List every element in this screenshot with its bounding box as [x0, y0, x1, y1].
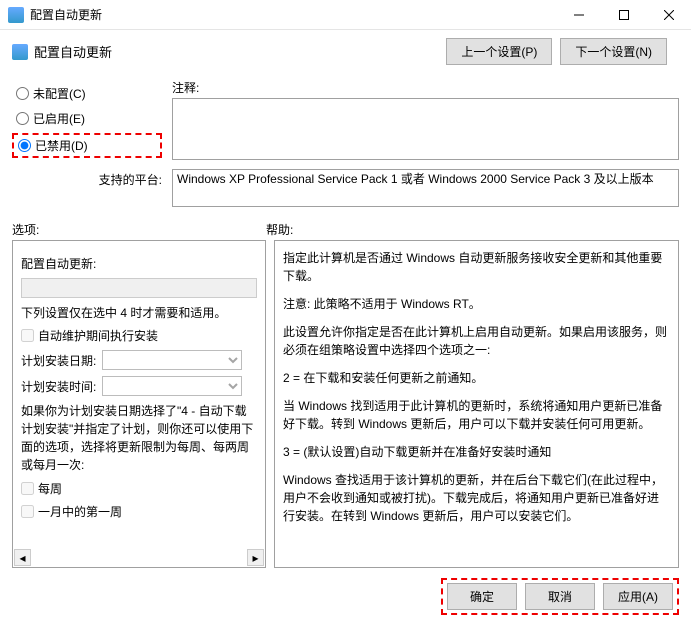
- radio-disabled[interactable]: 已禁用(D): [12, 133, 162, 158]
- sched-time-select: [102, 376, 242, 396]
- prev-setting-button[interactable]: 上一个设置(P): [446, 38, 552, 65]
- comments-label: 注释:: [172, 79, 679, 96]
- options-note: 下列设置仅在选中 4 时才需要和适用。: [21, 304, 257, 321]
- platforms-box[interactable]: Windows XP Professional Service Pack 1 或…: [172, 169, 679, 207]
- help-p5: 当 Windows 找到适用于此计算机的更新时，系统将通知用户更新已准备好下载。…: [283, 397, 670, 433]
- sched-day-label: 计划安装日期:: [21, 352, 96, 369]
- comments-area: 注释:: [172, 79, 679, 163]
- help-p2: 注意: 此策略不适用于 Windows RT。: [283, 295, 670, 313]
- cb-maintenance[interactable]: 自动维护期间执行安装: [21, 327, 257, 344]
- config-select-disabled: [21, 278, 257, 298]
- help-p6: 3 = (默认设置)自动下载更新并在准备好安装时通知: [283, 443, 670, 461]
- maximize-button[interactable]: [601, 0, 646, 30]
- radio-enabled-input[interactable]: [16, 112, 29, 125]
- ok-button[interactable]: 确定: [447, 583, 517, 610]
- policy-icon: [12, 44, 28, 60]
- apply-button[interactable]: 应用(A): [603, 583, 673, 610]
- options-long-text: 如果你为计划安装日期选择了"4 - 自动下载计划安装"并指定了计划，则你还可以使…: [21, 402, 257, 474]
- header: 配置自动更新 上一个设置(P) 下一个设置(N): [0, 30, 691, 73]
- help-p1: 指定此计算机是否通过 Windows 自动更新服务接收安全更新和其他重要下载。: [283, 249, 670, 285]
- radio-enabled[interactable]: 已启用(E): [12, 108, 162, 129]
- cancel-button[interactable]: 取消: [525, 583, 595, 610]
- footer: 确定 取消 应用(A): [0, 568, 691, 625]
- sched-day-select: [102, 350, 242, 370]
- radio-disabled-input[interactable]: [18, 139, 31, 152]
- scroll-left-button[interactable]: ◂: [14, 549, 31, 566]
- help-p4: 2 = 在下载和安装任何更新之前通知。: [283, 369, 670, 387]
- help-label: 帮助:: [266, 221, 679, 238]
- comments-input[interactable]: [172, 98, 679, 160]
- radio-not-configured-input[interactable]: [16, 87, 29, 100]
- scroll-right-button[interactable]: ▸: [247, 549, 264, 566]
- platforms-label: 支持的平台:: [12, 169, 162, 188]
- titlebar: 配置自动更新: [0, 0, 691, 30]
- page-title: 配置自动更新: [34, 42, 446, 61]
- state-radios: 未配置(C) 已启用(E) 已禁用(D): [12, 79, 162, 163]
- minimize-button[interactable]: [556, 0, 601, 30]
- help-p3: 此设置允许你指定是否在此计算机上启用自动更新。如果启用该服务，则必须在组策略设置…: [283, 323, 670, 359]
- next-setting-button[interactable]: 下一个设置(N): [560, 38, 667, 65]
- cb-first-week[interactable]: 一月中的第一周: [21, 503, 257, 520]
- help-panel[interactable]: 指定此计算机是否通过 Windows 自动更新服务接收安全更新和其他重要下载。 …: [274, 240, 679, 568]
- cb-weekly[interactable]: 每周: [21, 480, 257, 497]
- options-panel[interactable]: 配置自动更新: 下列设置仅在选中 4 时才需要和适用。 自动维护期间执行安装 计…: [12, 240, 266, 568]
- window-title: 配置自动更新: [30, 6, 556, 23]
- options-label: 选项:: [12, 221, 266, 238]
- radio-not-configured[interactable]: 未配置(C): [12, 83, 162, 104]
- footer-highlight: 确定 取消 应用(A): [441, 578, 679, 615]
- help-p7: Windows 查找适用于该计算机的更新，并在后台下载它们(在此过程中，用户不会…: [283, 471, 670, 525]
- options-heading: 配置自动更新:: [21, 255, 257, 272]
- app-icon: [8, 7, 24, 23]
- sched-time-label: 计划安装时间:: [21, 378, 96, 395]
- close-button[interactable]: [646, 0, 691, 30]
